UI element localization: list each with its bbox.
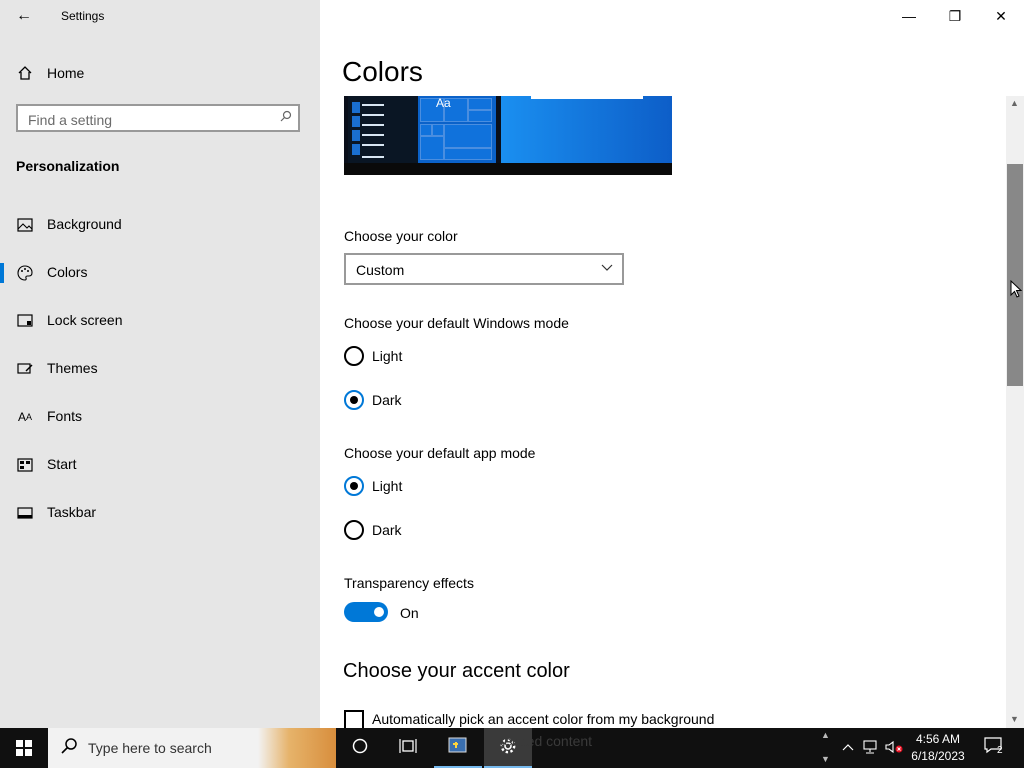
windows-mode-dark-label: Dark (372, 392, 402, 408)
palette-icon (16, 264, 34, 282)
window-controls: — ❐ ✕ (886, 0, 1024, 32)
preview-taskbar (344, 163, 672, 175)
sidebar-item-colors[interactable]: Colors (0, 253, 320, 293)
picture-icon (16, 216, 34, 234)
search-icon (60, 737, 78, 760)
sidebar-item-fonts[interactable]: AA Fonts (0, 397, 320, 437)
choose-color-label: Choose your color (344, 228, 458, 244)
app-mode-light-radio[interactable] (344, 476, 364, 496)
sidebar-item-label: Fonts (47, 408, 83, 424)
sidebar-item-label: Taskbar (47, 504, 97, 520)
cortana-button[interactable] (336, 728, 384, 768)
transparency-label: Transparency effects (344, 575, 474, 591)
notification-count: 2 (997, 745, 1003, 756)
sidebar-item-label: Lock screen (47, 312, 123, 328)
scroll-thumb[interactable] (1007, 164, 1023, 386)
sidebar-item-themes[interactable]: Themes (0, 349, 320, 389)
task-view-icon (399, 738, 417, 759)
system-tray: 4:56 AM 6/18/2023 2 (836, 728, 1024, 768)
vertical-scrollbar[interactable]: ▲ ▼ (1006, 96, 1024, 728)
close-button[interactable]: ✕ (978, 0, 1024, 32)
sidebar-item-label: Themes (47, 360, 98, 376)
find-setting-search[interactable] (16, 104, 300, 132)
taskbar-clock[interactable]: 4:56 AM 6/18/2023 (906, 731, 970, 765)
task-view-button[interactable] (384, 728, 432, 768)
close-icon: ✕ (995, 7, 1007, 24)
home-nav-item[interactable]: Home (0, 58, 320, 88)
sidebar-item-background[interactable]: Background (0, 205, 320, 245)
home-icon (16, 64, 34, 82)
brush-icon (16, 360, 34, 378)
back-button[interactable]: ← (8, 2, 40, 30)
page-title: Colors (342, 56, 423, 87)
app-mode-label: Choose your default app mode (344, 445, 536, 461)
cortana-circle-icon (352, 738, 368, 759)
python-icon (447, 735, 469, 762)
auto-accent-label: Automatically pick an accent color from … (372, 711, 715, 727)
sidebar-item-label: Colors (47, 264, 88, 280)
action-center-button[interactable]: 2 (984, 736, 1008, 760)
windows-mode-label: Choose your default Windows mode (344, 315, 569, 331)
preview-desktop (501, 96, 672, 163)
start-icon (16, 456, 34, 474)
clock-time: 4:56 AM (915, 732, 961, 746)
volume-muted-icon[interactable] (884, 740, 904, 757)
preview-start-menu (348, 96, 418, 163)
transparency-state: On (400, 605, 419, 621)
chevron-up-icon[interactable]: ▲ (821, 730, 830, 740)
app-title: Settings (61, 9, 105, 23)
dropdown-value: Custom (356, 262, 405, 278)
search-highlight-image (258, 728, 336, 768)
network-icon[interactable] (862, 740, 880, 757)
find-setting-input[interactable] (26, 110, 270, 130)
preview-sample-text: Aa (436, 96, 451, 110)
lock-screen-icon (16, 312, 34, 330)
auto-accent-checkbox[interactable] (344, 710, 364, 728)
minimize-button[interactable]: — (886, 0, 932, 32)
ghost-text: Related content (494, 733, 593, 749)
taskbar-search[interactable]: Type here to search (48, 728, 336, 768)
windows-mode-dark-radio[interactable] (344, 390, 364, 410)
app-mode-dark-radio[interactable] (344, 520, 364, 540)
taskbar: Type here to search Related content ▲ ▼ (0, 728, 1024, 768)
windows-logo-icon (16, 740, 32, 756)
chevron-down-icon[interactable]: ▼ (821, 754, 830, 764)
home-label: Home (47, 65, 85, 81)
restore-icon: ❐ (948, 7, 962, 24)
minimize-icon: — (902, 8, 916, 24)
sidebar-item-taskbar[interactable]: Taskbar (0, 493, 320, 533)
restore-button[interactable]: ❐ (932, 0, 978, 32)
section-title: Personalization (16, 158, 120, 174)
scroll-up-icon[interactable]: ▲ (1010, 98, 1019, 108)
sidebar-item-lock-screen[interactable]: Lock screen (0, 301, 320, 341)
back-arrow-icon: ← (16, 7, 32, 24)
search-icon[interactable] (280, 110, 292, 125)
choose-color-dropdown[interactable]: Custom (344, 253, 624, 285)
preview-tiles: Aa (418, 96, 496, 163)
clock-date: 6/18/2023 (911, 749, 965, 763)
mouse-cursor-icon (1010, 279, 1023, 303)
transparency-toggle[interactable] (344, 602, 388, 622)
start-button[interactable] (0, 728, 48, 768)
sidebar: ← Settings Home Personalization Backgrou… (0, 0, 320, 728)
app-mode-light-label: Light (372, 478, 403, 494)
taskbar-scroll[interactable]: ▲ ▼ (818, 728, 834, 768)
windows-mode-light-label: Light (372, 348, 403, 364)
toggle-knob (374, 607, 384, 617)
chevron-up-icon[interactable] (842, 740, 854, 755)
app-mode-dark-label: Dark (372, 522, 402, 538)
sidebar-item-label: Start (47, 456, 77, 472)
python-idle-taskbar-button[interactable] (434, 728, 482, 768)
scroll-down-icon[interactable]: ▼ (1010, 714, 1019, 724)
main-panel: — ❐ ✕ Colors Aa Choose your color Custom… (320, 0, 1024, 728)
accent-color-heading: Choose your accent color (343, 660, 570, 682)
chevron-down-icon (600, 260, 614, 277)
sidebar-item-label: Background (47, 216, 122, 232)
taskbar-icon (16, 504, 34, 522)
windows-mode-light-radio[interactable] (344, 346, 364, 366)
color-preview: Aa (344, 96, 672, 175)
font-icon: AA (17, 410, 33, 424)
taskbar-search-placeholder: Type here to search (88, 740, 212, 756)
sidebar-item-start[interactable]: Start (0, 445, 320, 485)
